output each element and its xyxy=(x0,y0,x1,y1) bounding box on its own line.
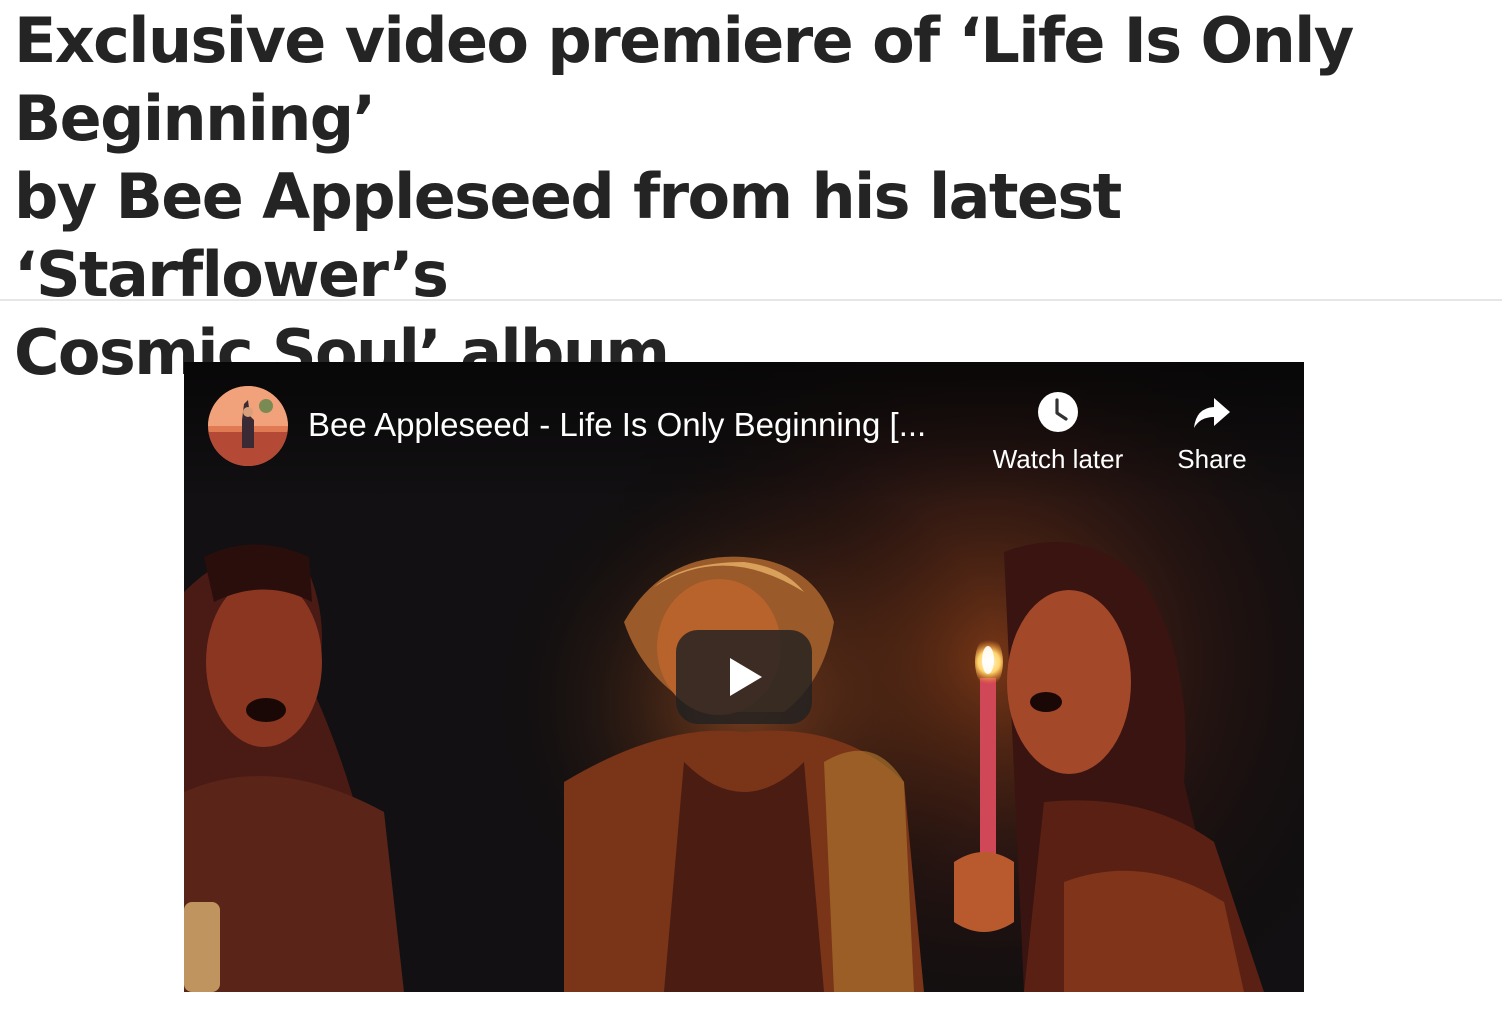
share-button[interactable]: Share xyxy=(1162,390,1262,475)
headline-line: Exclusive video premiere of ‘Life Is Onl… xyxy=(14,4,1354,155)
channel-avatar[interactable] xyxy=(208,386,288,466)
youtube-video-embed[interactable]: Bee Appleseed - Life Is Only Beginning [… xyxy=(184,362,1304,992)
play-button[interactable] xyxy=(676,630,812,724)
share-label: Share xyxy=(1177,444,1247,474)
play-icon xyxy=(730,658,762,696)
section-divider xyxy=(0,299,1502,301)
watch-later-button[interactable]: Watch later xyxy=(978,390,1138,475)
article-headline: Exclusive video premiere of ‘Life Is Onl… xyxy=(14,2,1494,392)
headline-line: by Bee Appleseed from his latest ‘Starfl… xyxy=(14,160,1122,311)
channel-avatar-icon xyxy=(208,386,288,466)
clock-icon xyxy=(1038,392,1078,432)
watch-later-label: Watch later xyxy=(992,444,1124,474)
video-title[interactable]: Bee Appleseed - Life Is Only Beginning [… xyxy=(308,406,926,444)
share-arrow-icon xyxy=(1194,398,1230,428)
